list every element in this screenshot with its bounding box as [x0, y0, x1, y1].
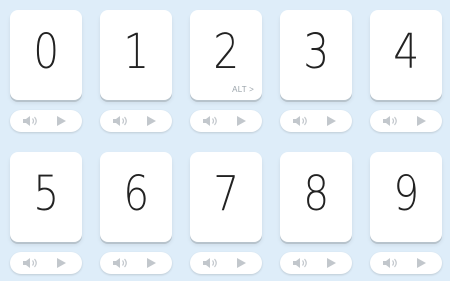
- card-controls: [370, 252, 442, 274]
- card-controls: [100, 252, 172, 274]
- card-digit: 6: [123, 166, 149, 222]
- number-card-9[interactable]: 9: [370, 152, 442, 242]
- play-icon[interactable]: [410, 112, 432, 130]
- card-controls: [190, 110, 262, 132]
- card-digit: 8: [303, 166, 329, 222]
- play-icon[interactable]: [140, 112, 162, 130]
- play-icon[interactable]: [140, 254, 162, 272]
- speaker-icon[interactable]: [200, 254, 222, 272]
- speaker-icon[interactable]: [20, 254, 42, 272]
- card-digit: 4: [393, 24, 419, 80]
- play-icon[interactable]: [320, 112, 342, 130]
- card-digit: 7: [213, 166, 239, 222]
- number-card-6[interactable]: 6: [100, 152, 172, 242]
- card-controls: [280, 110, 352, 132]
- number-card-0[interactable]: 0: [10, 10, 82, 100]
- play-icon[interactable]: [230, 112, 252, 130]
- number-card-1[interactable]: 1: [100, 10, 172, 100]
- card-controls: [10, 252, 82, 274]
- play-icon[interactable]: [50, 112, 72, 130]
- card-controls: [280, 252, 352, 274]
- speaker-icon[interactable]: [20, 112, 42, 130]
- card-controls: [190, 252, 262, 274]
- number-card-5[interactable]: 5: [10, 152, 82, 242]
- play-icon[interactable]: [50, 254, 72, 272]
- speaker-icon[interactable]: [380, 254, 402, 272]
- speaker-icon[interactable]: [290, 254, 312, 272]
- number-card-2[interactable]: 2 ALT >: [190, 10, 262, 100]
- card-digit: 1: [123, 24, 149, 80]
- play-icon[interactable]: [410, 254, 432, 272]
- speaker-icon[interactable]: [110, 254, 132, 272]
- play-icon[interactable]: [320, 254, 342, 272]
- card-digit: 9: [393, 166, 419, 222]
- number-card-8[interactable]: 8: [280, 152, 352, 242]
- speaker-icon[interactable]: [380, 112, 402, 130]
- card-controls: [100, 110, 172, 132]
- number-card-4[interactable]: 4: [370, 10, 442, 100]
- card-digit: 2: [213, 24, 239, 80]
- play-icon[interactable]: [230, 254, 252, 272]
- number-cards-board: 0 1 2 ALT > 3 4 5 6 7 8 9: [0, 0, 450, 281]
- number-card-3[interactable]: 3: [280, 10, 352, 100]
- card-digit: 0: [33, 24, 59, 80]
- speaker-icon[interactable]: [290, 112, 312, 130]
- card-digit: 3: [303, 24, 329, 80]
- speaker-icon[interactable]: [110, 112, 132, 130]
- card-controls: [10, 110, 82, 132]
- number-card-7[interactable]: 7: [190, 152, 262, 242]
- speaker-icon[interactable]: [200, 112, 222, 130]
- alt-link[interactable]: ALT >: [232, 85, 254, 94]
- card-controls: [370, 110, 442, 132]
- card-digit: 5: [33, 166, 59, 222]
